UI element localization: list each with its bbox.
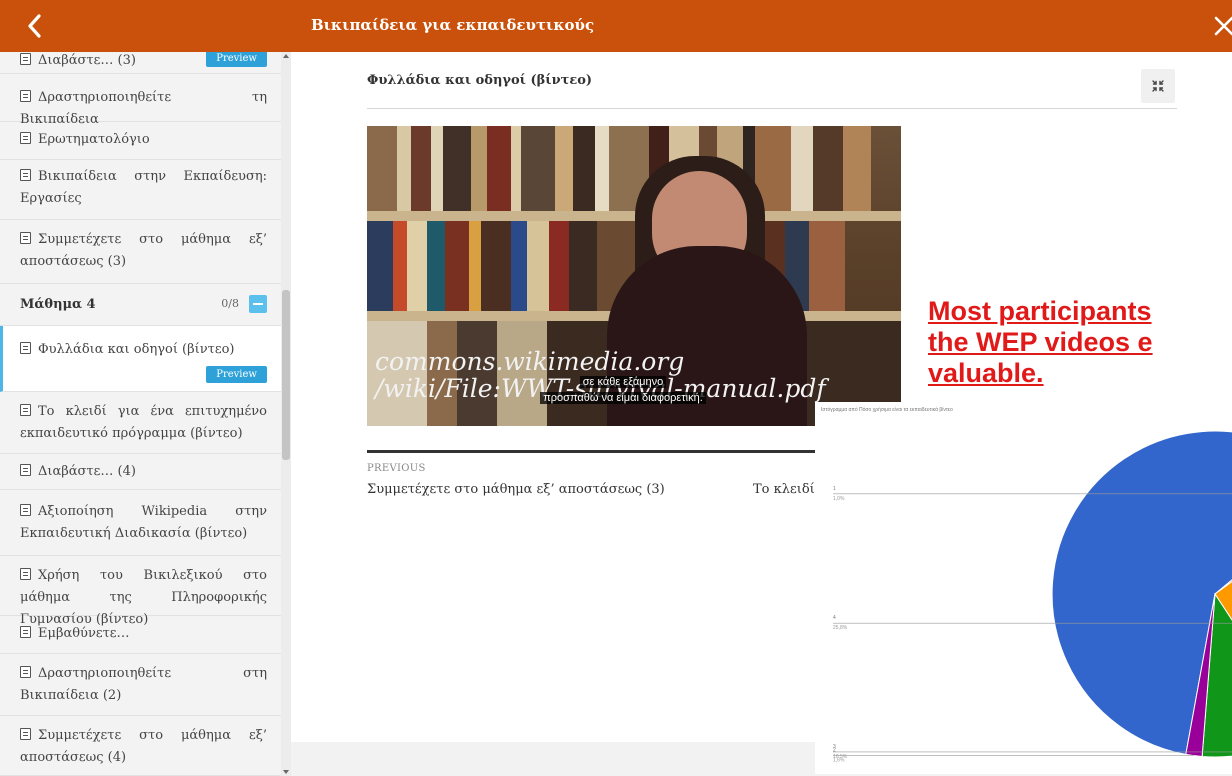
annotation-headline: Most participants the WEP videos e valua… (928, 296, 1153, 388)
document-icon (20, 90, 31, 102)
pie-chart: Ιστόγραμμα από Πόσο χρήσιμα είναι τα εκπ… (821, 406, 1232, 764)
section-progress: 0/8 (221, 297, 239, 310)
title-divider (367, 108, 1177, 109)
sidebar-item-label: Συμμετέχετε στο μάθημα εξ’ αποστάσεως (3… (20, 232, 267, 269)
bookshelf (367, 126, 901, 211)
next-lesson-link[interactable]: Το κλειδί (753, 482, 815, 497)
shelf-board (367, 211, 901, 221)
document-icon (20, 232, 31, 244)
page-title: Φυλλάδια και οδηγοί (βίντεο) (367, 73, 593, 88)
document-icon (20, 342, 31, 354)
section-name: Μάθημα 4 (20, 297, 96, 312)
document-icon (20, 666, 31, 678)
sidebar-item[interactable]: Συμμετέχετε στο μάθημα εξ’ αποστάσεως (4… (0, 716, 281, 776)
scrollbar-thumb[interactable] (282, 290, 290, 460)
document-icon (20, 132, 31, 144)
video-subtitles: σε κάθε εξάμηνο προσπαθώ να είμαι διαφορ… (503, 374, 743, 406)
preview-badge[interactable]: Preview (206, 366, 267, 383)
sidebar-item-label: Διαβάστε… (3) (38, 53, 136, 68)
collapse-minus-icon[interactable] (249, 295, 267, 313)
preview-badge[interactable]: Preview (206, 52, 267, 67)
course-title: Βικιπαίδεια για εκπαιδευτικούς (311, 16, 595, 34)
navigation-divider (367, 450, 817, 453)
scroll-up-arrow-icon[interactable] (283, 54, 289, 58)
sidebar-scrollbar[interactable] (281, 52, 291, 776)
sidebar-item[interactable]: Διαβάστε… (4) (0, 454, 281, 490)
sidebar-item[interactable]: Συμμετέχετε στο μάθημα εξ’ αποστάσεως (3… (0, 220, 281, 284)
chart-title: Ιστόγραμμα από Πόσο χρήσιμα είναι τα εκπ… (821, 406, 953, 413)
pie-value-label: 1,0% (833, 496, 845, 502)
sidebar-item[interactable]: Το κλειδί για ένα επιτυχημένο εκπαιδευτι… (0, 392, 281, 454)
close-icon[interactable] (1212, 14, 1232, 38)
sidebar-item[interactable]: Βικιπαίδεια στην Εκπαίδευση: Εργασίες (0, 160, 281, 220)
sidebar-item-label: Εμβαθύνετε… (38, 626, 130, 641)
pie-chart-card: Ιστόγραμμα από Πόσο χρήσιμα είναι τα εκπ… (815, 402, 1232, 774)
sidebar-item-label: Βικιπαίδεια στην Εκπαίδευση: Εργασίες (20, 169, 267, 206)
sidebar-item[interactable]: Δραστηριοποιηθείτε τη Βικιπαίδεια (0, 74, 281, 127)
document-icon (20, 53, 31, 65)
video-player[interactable]: commons.wikimedia.org /wiki/File:WWT-sur… (367, 126, 901, 426)
sidebar-item[interactable]: Εμβαθύνετε… (0, 616, 281, 654)
sidebar-item[interactable]: Δραστηριοποιηθείτε στη Βικιπαίδεια (2) (0, 654, 281, 716)
sidebar-item[interactable]: Ερωτηματολόγιο (0, 122, 281, 160)
previous-lesson-link[interactable]: Συμμετέχετε στο μάθημα εξ’ αποστάσεως (3… (367, 482, 665, 497)
sidebar-item-label: Συμμετέχετε στο μάθημα εξ’ αποστάσεως (4… (20, 728, 267, 765)
sidebar-item-label: Αξιοποίηση Wikipedia στην Εκπαιδευτική Δ… (20, 504, 267, 541)
sidebar-item[interactable]: Αξιοποίηση Wikipedia στην Εκπαιδευτική Δ… (0, 490, 281, 556)
collapse-arrows-icon (1152, 80, 1164, 92)
sidebar-item-label: Δραστηριοποιηθείτε στη Βικιπαίδεια (2) (20, 666, 267, 703)
document-icon (20, 404, 31, 416)
sidebar-item-label: Διαβάστε… (4) (38, 464, 136, 479)
lesson-sidebar: Διαβάστε… (3) Preview Δραστηριοποιηθείτε… (0, 52, 281, 776)
sidebar-item-active[interactable]: Φυλλάδια και οδηγοί (βίντεο) Preview (0, 326, 281, 392)
sidebar-item[interactable]: Διαβάστε… (3) Preview (0, 52, 281, 74)
document-icon (20, 568, 31, 580)
pie-category-label: 1 (833, 486, 836, 492)
scroll-down-arrow-icon[interactable] (283, 770, 289, 774)
sidebar-item[interactable]: Χρήση του Βικιλεξικού στο μάθημα της Πλη… (0, 556, 281, 627)
previous-label: PREVIOUS (367, 463, 426, 474)
pie-category-label: 4 (833, 615, 836, 621)
fullscreen-button[interactable] (1141, 69, 1175, 103)
chevron-left-icon[interactable] (22, 12, 48, 40)
pie-category-label: 2 (833, 748, 836, 754)
top-bar: Βικιπαίδεια για εκπαιδευτικούς (0, 0, 1232, 52)
document-icon (20, 504, 31, 516)
document-icon (20, 626, 31, 638)
pie-value-label: 1,6% (833, 758, 845, 764)
section-header[interactable]: Μάθημα 4 0/8 (0, 284, 281, 326)
document-icon (20, 728, 31, 740)
pie-value-label: 25,8% (833, 625, 848, 631)
sidebar-item-label: Το κλειδί για ένα επιτυχημένο εκπαιδευτι… (20, 404, 267, 441)
sidebar-item-label: Ερωτηματολόγιο (38, 132, 150, 147)
document-icon (20, 169, 31, 181)
document-icon (20, 464, 31, 476)
sidebar-item-label: Φυλλάδια και οδηγοί (βίντεο) (38, 342, 235, 357)
